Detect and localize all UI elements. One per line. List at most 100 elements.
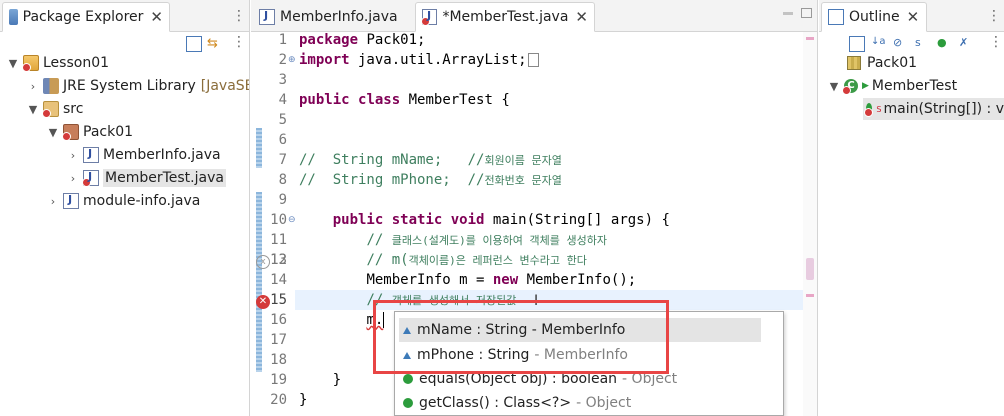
minimize-icon[interactable] (783, 12, 793, 15)
collapse-all-icon[interactable] (849, 36, 865, 52)
line-number: 14 (270, 272, 287, 288)
code-line[interactable]: public static void main(String[] args) { (299, 210, 670, 230)
maximize-icon[interactable] (801, 8, 812, 18)
sort-icon[interactable]: ↓a (871, 36, 887, 52)
tab-membertest[interactable]: *MemberTest.java ✕ (415, 2, 595, 32)
completion-label: mName : String - MemberInfo (417, 322, 626, 338)
tab-memberinfo-label: MemberInfo.java (280, 9, 398, 25)
link-with-editor-icon[interactable]: ⇆ (207, 36, 223, 52)
quick-diff-marker (256, 128, 262, 168)
completion-item-mphone[interactable]: mPhone : String - MemberInfo (399, 343, 761, 367)
keyword: import (299, 52, 350, 68)
public-method-icon (403, 374, 413, 384)
chevron-right-icon[interactable]: › (26, 80, 40, 93)
line-number: 18 (270, 352, 287, 368)
fold-expand-icon[interactable]: ⊕ (288, 55, 296, 65)
tab-package-explorer[interactable]: Package Explorer ✕ (2, 2, 170, 32)
chevron-right-icon[interactable]: › (66, 172, 80, 185)
tab-outline-label: Outline (849, 9, 900, 25)
chevron-down-icon[interactable]: ▼ (6, 57, 20, 70)
content-assist-popup[interactable]: mName : String - MemberInfo mPhone : Str… (394, 311, 784, 416)
completion-item-equals[interactable]: equals(Object obj) : boolean - Object (399, 367, 761, 391)
hide-fields-icon[interactable]: ⊘ (893, 36, 909, 52)
outline-item-package[interactable]: Pack01 (847, 52, 917, 74)
code-line[interactable]: // 클래스(설계도)를 이용하여 객체를 생성하자 (299, 230, 607, 250)
library-icon (43, 78, 59, 94)
line-number: 7 (278, 152, 287, 168)
overview-marker[interactable] (806, 294, 814, 297)
line-number: 5 (278, 112, 287, 128)
outline-item-label: Pack01 (867, 55, 918, 71)
hide-static-icon[interactable]: s (915, 36, 931, 52)
chevron-down-icon[interactable]: ▼ (46, 126, 60, 139)
collapse-all-icon[interactable] (186, 36, 202, 52)
tree-item-jre-library[interactable]: › JRE System Library [JavaSE- (26, 75, 249, 97)
hide-local-types-icon[interactable]: ✗ (959, 36, 975, 52)
keyword: package (299, 32, 359, 48)
project-icon (22, 55, 39, 72)
code-line[interactable]: public class MemberTest { (299, 90, 510, 110)
outline-item-main[interactable]: S main(String[]) : v (863, 98, 1004, 120)
code-text: } (299, 392, 308, 408)
code-text: main(String[] args) { (484, 212, 670, 228)
line-number: 15 (270, 292, 287, 308)
code-line[interactable]: MemberInfo m = new MemberInfo(); (299, 270, 636, 290)
code-line[interactable]: package Pack01; (299, 30, 425, 50)
view-menu-icon[interactable]: ⋮ (987, 8, 1001, 24)
overview-ruler[interactable] (803, 32, 817, 416)
overview-marker[interactable] (806, 37, 814, 40)
tree-item-label: Pack01 (83, 124, 134, 140)
hide-nonpublic-icon[interactable]: ● (937, 36, 953, 52)
code-line[interactable]: // String mName; //회원이름 문자열 (299, 150, 562, 170)
tree-item-label: MemberTest.java (103, 169, 226, 187)
chevron-down-icon[interactable]: ▼ (827, 80, 841, 93)
code-text: java.util.ArrayList; (349, 52, 527, 68)
completion-owner: - MemberInfo (534, 347, 628, 363)
line-number: 16 (270, 312, 287, 328)
code-line-current[interactable]: m. (299, 310, 385, 330)
toolbar-menu-icon[interactable]: ⋮ (989, 34, 1003, 50)
tree-item-memberinfo[interactable]: › MemberInfo.java (66, 144, 221, 166)
comment: // m( (366, 252, 409, 268)
code-text: MemberTest { (400, 92, 510, 108)
code-line[interactable]: } (299, 370, 341, 390)
view-menu-icon[interactable]: ⋮ (232, 8, 246, 24)
outline-item-class[interactable]: ▼ C ▶ MemberTest (827, 75, 957, 97)
package-explorer-tabbar: Package Explorer ✕ ⋮ (0, 0, 249, 32)
code-line[interactable]: // 객체를 생성해서 저장된값 (299, 290, 516, 310)
close-icon[interactable]: ✕ (150, 8, 163, 26)
code-line[interactable]: } (299, 390, 307, 410)
line-number: 4 (278, 92, 287, 108)
tree-item-lesson01[interactable]: ▼ Lesson01 (6, 52, 109, 74)
close-icon[interactable]: ✕ (575, 8, 588, 26)
close-icon[interactable]: ✕ (907, 8, 920, 26)
outline-item-label: main(String[]) : v (883, 101, 1004, 117)
chevron-right-icon[interactable]: › (46, 195, 60, 208)
completion-item-getclass[interactable]: getClass() : Class<?> - Object (399, 391, 761, 415)
scrollbar-thumb[interactable] (806, 258, 814, 280)
tree-item-module-info[interactable]: › module-info.java (46, 190, 200, 212)
tab-outline[interactable]: Outline ✕ (821, 2, 927, 32)
fold-collapse-icon[interactable]: ⊖ (288, 215, 296, 225)
tab-memberinfo[interactable]: MemberInfo.java (253, 2, 413, 32)
tree-item-src[interactable]: ▼ src (26, 98, 83, 120)
code-text: } (332, 372, 342, 388)
code-line[interactable]: import java.util.ArrayList; (299, 50, 539, 70)
chevron-down-icon[interactable]: ▼ (26, 103, 40, 116)
completion-item-mname[interactable]: mName : String - MemberInfo (399, 318, 761, 342)
folded-import-marker[interactable] (527, 53, 539, 67)
tree-item-label: src (63, 101, 84, 117)
chevron-right-icon[interactable]: › (66, 149, 80, 162)
run-icon: ▶ (862, 81, 869, 91)
line-number: 9 (278, 192, 287, 208)
package-explorer-icon (9, 9, 18, 25)
static-method-icon (864, 103, 873, 117)
code-line[interactable]: // m(객체이름)은 레퍼런스 변수라고 한다 (299, 250, 586, 270)
code-line[interactable]: // String mPhone; //전화번호 문자열 (299, 170, 562, 190)
tree-item-label: MemberInfo.java (103, 147, 221, 163)
completion-label: getClass() : Class<?> (419, 395, 572, 411)
tree-item-pack01[interactable]: ▼ Pack01 (46, 121, 133, 143)
tree-item-membertest[interactable]: › MemberTest.java (66, 167, 226, 189)
java-file-icon (63, 193, 79, 209)
toolbar-menu-icon[interactable]: ⋮ (232, 34, 246, 50)
